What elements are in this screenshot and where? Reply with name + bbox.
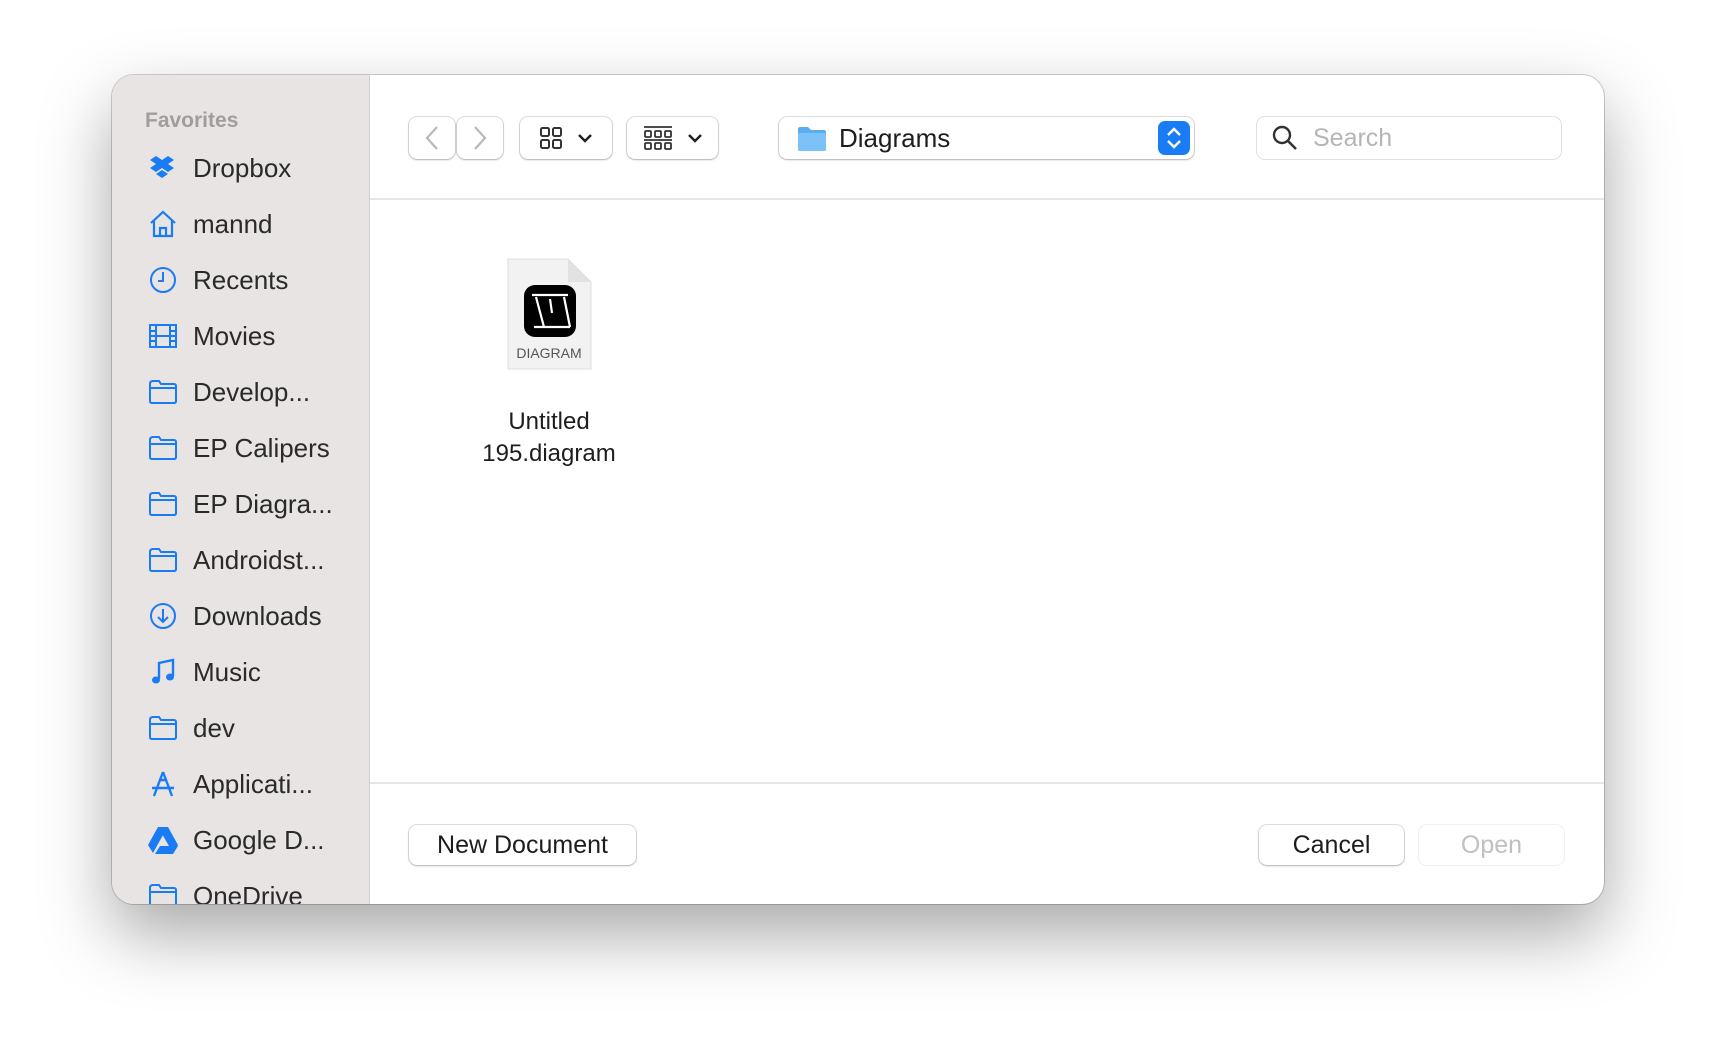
chevron-down-icon — [578, 134, 592, 143]
sidebar-item-label: Downloads — [193, 600, 322, 631]
group-by-button[interactable] — [627, 117, 718, 159]
google-drive-icon — [148, 825, 178, 855]
sidebar-item-music[interactable]: Music — [112, 648, 370, 696]
applications-icon — [148, 769, 178, 799]
sidebar-section-favorites: Favorites — [145, 109, 239, 132]
chevron-left-icon — [425, 126, 438, 150]
stepper-arrows-icon — [1158, 121, 1190, 155]
file-name-line2: 195.diagram — [482, 440, 616, 467]
sidebar-item-ep-diagra[interactable]: EP Diagra... — [112, 480, 370, 528]
sidebar-item-label: OneDrive — [193, 880, 303, 905]
sidebar-item-recents[interactable]: Recents — [112, 256, 370, 304]
folder-icon — [148, 489, 178, 519]
file-name: Untitled 195.diagram — [444, 406, 654, 470]
sidebar-item-dropbox[interactable]: Dropbox — [112, 144, 370, 192]
home-icon — [148, 209, 178, 239]
file-type-badge: DIAGRAM — [516, 345, 582, 361]
sidebar-item-downloads[interactable]: Downloads — [112, 592, 370, 640]
forward-button[interactable] — [457, 117, 503, 159]
location-popup[interactable]: Diagrams — [779, 117, 1194, 159]
sidebar-item-google-d[interactable]: Google D... — [112, 816, 370, 864]
sidebar-item-label: Music — [193, 656, 261, 687]
icon-grid-icon — [540, 127, 562, 149]
dialog-footer: New Document Cancel Open — [370, 782, 1604, 904]
chevron-right-icon — [474, 126, 487, 150]
sidebar: Favorites Dropbox mannd Recents Movies Devel… — [112, 75, 370, 904]
main-pane: Diagrams Search DIAGRAM Untitled 195.diag… — [370, 75, 1604, 904]
sidebar-item-label: EP Diagra... — [193, 488, 333, 519]
file-item[interactable]: DIAGRAM Untitled 195.diagram — [444, 257, 654, 470]
clock-icon — [148, 265, 178, 295]
sidebar-item-label: Applicati... — [193, 768, 313, 799]
cancel-button[interactable]: Cancel — [1259, 825, 1404, 865]
sidebar-item-label: Recents — [193, 264, 289, 295]
folder-icon — [148, 881, 178, 904]
back-button[interactable] — [409, 117, 455, 159]
file-name-line1: Untitled — [508, 408, 590, 435]
search-input[interactable]: Search — [1257, 117, 1561, 159]
sidebar-item-label: Androidst... — [193, 544, 325, 575]
folder-icon — [148, 377, 178, 407]
download-icon — [148, 601, 178, 631]
search-icon — [1272, 125, 1297, 150]
sidebar-item-dev[interactable]: dev — [112, 704, 370, 752]
search-placeholder: Search — [1313, 123, 1393, 152]
sidebar-item-label: Movies — [193, 320, 276, 351]
group-grid-icon — [643, 126, 672, 150]
folder-icon — [148, 545, 178, 575]
view-mode-button[interactable] — [520, 117, 612, 159]
sidebar-item-mannd[interactable]: mannd — [112, 200, 370, 248]
chevron-down-icon — [687, 134, 702, 143]
new-document-button[interactable]: New Document — [409, 825, 636, 865]
film-icon — [148, 321, 178, 351]
sidebar-item-androidst[interactable]: Androidst... — [112, 536, 370, 584]
sidebar-item-label: Develop... — [193, 376, 311, 407]
folder-icon — [148, 433, 178, 463]
folder-icon — [148, 713, 178, 743]
sidebar-item-applicati[interactable]: Applicati... — [112, 760, 370, 808]
sidebar-item-label: EP Calipers — [193, 432, 330, 463]
sidebar-item-movies[interactable]: Movies — [112, 312, 370, 360]
open-button[interactable]: Open — [1419, 825, 1564, 865]
sidebar-item-onedrive[interactable]: OneDrive — [112, 872, 370, 904]
sidebar-item-develop[interactable]: Develop... — [112, 368, 370, 416]
diagram-file-icon: DIAGRAM — [506, 257, 593, 372]
sidebar-item-ep-calipers[interactable]: EP Calipers — [112, 424, 370, 472]
location-label: Diagrams — [839, 122, 951, 153]
sidebar-item-label: Google D... — [193, 824, 325, 855]
folder-icon — [798, 127, 826, 151]
dropbox-icon — [148, 153, 178, 183]
sidebar-item-label: dev — [193, 712, 235, 743]
open-file-dialog: Favorites Dropbox mannd Recents Movies Devel… — [112, 75, 1604, 904]
toolbar: Diagrams Search — [370, 75, 1604, 200]
sidebar-item-label: mannd — [193, 208, 273, 239]
sidebar-item-label: Dropbox — [193, 152, 292, 183]
music-icon — [148, 657, 178, 687]
